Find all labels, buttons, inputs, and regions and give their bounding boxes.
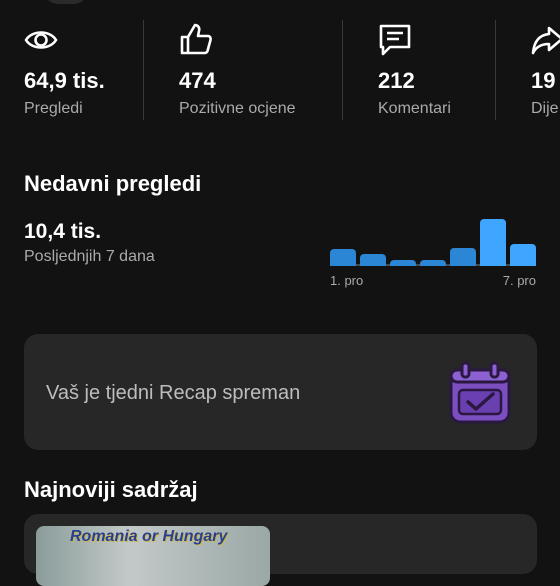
recap-text: Vaš je tjedni Recap spreman [46,382,301,404]
chart-bar [480,219,506,266]
stats-row: 64,9 tis. Pregledi 474 Pozitivne ocjene … [0,0,560,128]
divider [495,20,496,120]
comment-icon [379,24,411,56]
stat-value: 19 [531,68,556,93]
chart-bar [450,248,476,266]
divider [143,20,144,120]
video-thumbnail[interactable]: Romania or Hungary [36,526,270,586]
chart-bar [360,254,386,266]
weekly-recap-card[interactable]: Vaš je tjedni Recap spreman [24,334,537,450]
recent-views-period: Posljednjih 7 dana [24,248,155,265]
thumbnail-text: Romania or Hungary [70,528,228,545]
calendar-check-icon [449,361,511,424]
stat-value: 474 [179,68,216,93]
section-title-recent: Nedavni pregledi [24,171,202,196]
thumbs-up-icon [180,23,212,55]
chart-bar [420,260,446,266]
stat-label: Pozitivne ocjene [179,100,296,117]
stat-label: Komentari [378,100,451,117]
stat-comments[interactable]: 212 Komentari [378,20,451,117]
latest-content-card[interactable]: Romania or Hungary [24,514,537,586]
recent-views-chart[interactable]: 1. pro 7. pro [330,210,536,290]
x-tick-label: 1. pro [330,273,364,288]
stat-label: Pregledi [24,100,83,117]
stat-value: 212 [378,68,415,93]
section-title-latest: Najnoviji sadržaj [24,477,198,502]
x-tick-label: 7. pro [502,273,536,288]
stat-value: 64,9 tis. [24,68,105,93]
chart-bar [390,260,416,266]
recent-views-value: 10,4 tis. [24,220,102,243]
divider [342,20,343,120]
stat-views[interactable]: 64,9 tis. Pregledi [24,20,105,117]
eye-icon [24,31,58,49]
stat-shares[interactable]: 19 Dije [531,20,560,117]
chart-bar [510,244,536,266]
share-icon [531,26,560,55]
chart-bar [330,249,356,266]
stat-label: Dije [531,100,559,117]
stat-likes[interactable]: 474 Pozitivne ocjene [179,20,296,117]
